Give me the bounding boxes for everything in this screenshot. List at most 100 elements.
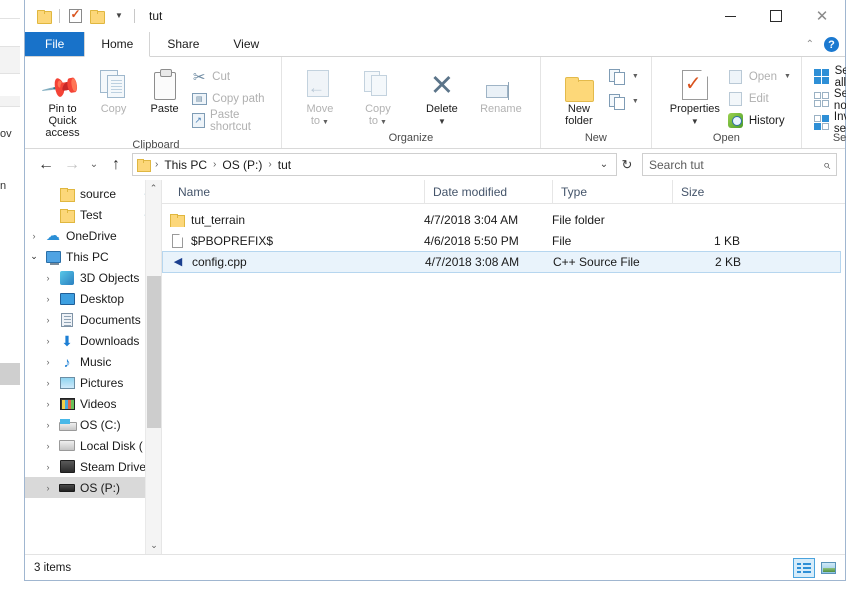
move-to-button[interactable]: ← Move to ▼	[292, 62, 348, 129]
edit-button[interactable]: Edit	[728, 89, 791, 108]
up-button[interactable]: ↑	[103, 152, 129, 178]
ribbon: 📌 Pin to Quick access Copy Paste ✂ Cut ▤…	[25, 57, 846, 151]
invert-selection-button[interactable]: Invert selection	[813, 111, 846, 135]
nav-item-pictures[interactable]: › Pictures	[25, 372, 161, 393]
chevron-right-icon[interactable]: ›	[39, 477, 57, 498]
nav-item-os-c[interactable]: › OS (C:)	[25, 414, 161, 435]
nav-item-documents[interactable]: › Documents	[25, 309, 161, 330]
qat-properties-icon[interactable]	[64, 5, 86, 27]
chevron-right-icon[interactable]: ›	[39, 393, 57, 414]
qat-folder-icon[interactable]	[33, 5, 55, 27]
nav-item-steam-drive[interactable]: › Steam Drive	[25, 456, 161, 477]
chevron-right-icon[interactable]: ›	[39, 372, 57, 393]
chevron-right-icon[interactable]: ›	[25, 225, 43, 246]
column-header-type[interactable]: Type	[552, 179, 672, 204]
refresh-button[interactable]: ↻	[617, 154, 637, 175]
nav-item-onedrive[interactable]: › ☁ OneDrive	[25, 225, 161, 246]
chevron-right-icon[interactable]: ›	[39, 309, 57, 330]
delete-button[interactable]: ✕ Delete ▼	[414, 62, 470, 128]
history-button[interactable]: History	[728, 111, 791, 130]
navigation-scrollbar[interactable]: ⌃ ⌄	[145, 180, 161, 554]
recent-locations-button[interactable]: ⌄	[85, 152, 103, 178]
properties-dropdown-caret[interactable]: ▼	[691, 116, 699, 128]
nav-item-test[interactable]: Test📌	[25, 204, 161, 225]
chevron-right-icon[interactable]: ›	[39, 288, 57, 309]
scrollbar-thumb[interactable]	[147, 276, 161, 428]
button-label: Delete	[426, 103, 458, 115]
qat-customize-dropdown-icon[interactable]: ▼	[108, 5, 130, 27]
table-row[interactable]: tut_terrain 4/7/2018 3:04 AM File folder	[162, 209, 845, 230]
nav-item-music[interactable]: › ♪ Music	[25, 351, 161, 372]
pin-icon: 📌	[40, 65, 85, 109]
rename-button[interactable]: Rename	[472, 62, 530, 115]
delete-dropdown-caret[interactable]: ▼	[438, 116, 446, 128]
button-label-line2: to ▼	[368, 115, 387, 127]
nav-item-downloads[interactable]: › ⬇ Downloads	[25, 330, 161, 351]
tab-home[interactable]: Home	[84, 32, 151, 57]
select-none-button[interactable]: Select none	[813, 88, 846, 112]
collapse-ribbon-icon[interactable]: ⌃	[806, 39, 814, 50]
close-button[interactable]: ✕	[799, 0, 845, 32]
details-view-icon[interactable]	[793, 557, 815, 578]
chevron-right-icon[interactable]: ›	[39, 435, 57, 456]
column-header-name[interactable]: Name	[170, 180, 424, 204]
nav-item-os-p[interactable]: › OS (P:)	[25, 477, 161, 498]
search-input[interactable]: Search tut	[649, 158, 823, 172]
nav-item-3d-objects[interactable]: › 3D Objects	[25, 267, 161, 288]
file-name-cell: ◀ config.cpp	[171, 255, 425, 270]
nav-item-videos[interactable]: › Videos	[25, 393, 161, 414]
table-row[interactable]: $PBOPREFIX$ 4/6/2018 5:50 PM File 1 KB	[162, 230, 845, 251]
minimize-button[interactable]	[707, 0, 753, 32]
new-folder-icon	[564, 66, 594, 102]
column-header-size[interactable]: Size	[672, 179, 744, 204]
chevron-right-icon[interactable]: ›	[39, 351, 57, 372]
nav-item-label: Music	[80, 354, 112, 369]
forward-button[interactable]: →	[59, 152, 85, 178]
button-label: Copy path	[212, 92, 265, 105]
chevron-down-icon[interactable]: ⌄	[25, 246, 43, 267]
address-input[interactable]: › This PC › OS (P:) › tut ⌄	[132, 153, 617, 176]
tab-file[interactable]: File	[25, 32, 85, 56]
cut-button[interactable]: ✂ Cut	[191, 67, 274, 86]
file-list[interactable]: tut_terrain 4/7/2018 3:04 AM File folder $P…	[162, 204, 845, 554]
maximize-button[interactable]	[753, 0, 799, 32]
address-dropdown-icon[interactable]: ⌄	[594, 154, 614, 175]
breadcrumb-tut[interactable]: tut	[275, 158, 294, 172]
help-icon[interactable]: ?	[824, 37, 839, 52]
tab-share[interactable]: Share	[150, 32, 216, 56]
search-box[interactable]: Search tut ⌕	[642, 153, 837, 176]
scroll-up-arrow[interactable]: ⌃	[146, 180, 161, 197]
paste-shortcut-button[interactable]: ↗ Paste shortcut	[191, 109, 274, 133]
tab-view[interactable]: View	[216, 32, 276, 56]
breadcrumb-this-pc[interactable]: This PC	[161, 158, 210, 172]
chevron-right-icon[interactable]: ›	[39, 267, 57, 288]
paste-button[interactable]: Paste	[140, 62, 189, 115]
properties-icon	[681, 66, 708, 100]
copy-button[interactable]: Copy	[89, 62, 138, 115]
chevron-right-icon[interactable]: ›	[39, 414, 57, 435]
qat-new-folder-icon[interactable]	[86, 5, 108, 27]
chevron-right-icon[interactable]: ›	[39, 330, 57, 351]
scroll-down-arrow[interactable]: ⌄	[146, 537, 161, 554]
copy-path-button[interactable]: ▤ Copy path	[191, 89, 274, 108]
nav-item-desktop[interactable]: › Desktop	[25, 288, 161, 309]
chevron-right-icon[interactable]: ›	[39, 456, 57, 477]
ribbon-group-organize: ← Move to ▼ Copy to ▼ ✕ Delete ▼ Rename …	[280, 57, 540, 148]
pin-to-quick-access-button[interactable]: 📌 Pin to Quick access	[38, 62, 87, 139]
new-folder-button[interactable]: New folder	[551, 62, 607, 127]
nav-item-source[interactable]: source📌	[25, 183, 161, 204]
back-button[interactable]: ←	[33, 152, 59, 178]
breadcrumb-os-p[interactable]: OS (P:)	[219, 158, 265, 172]
easy-access-button[interactable]: ▼	[608, 92, 639, 111]
column-header-date-modified[interactable]: Date modified	[424, 179, 552, 204]
nav-item-local-disk[interactable]: › Local Disk (	[25, 435, 161, 456]
large-icons-view-icon[interactable]	[817, 558, 839, 578]
table-row[interactable]: ◀ config.cpp 4/7/2018 3:08 AM C++ Source Fi…	[162, 251, 841, 273]
select-all-button[interactable]: Select all	[814, 65, 846, 89]
easy-access-icon	[608, 93, 625, 110]
properties-button[interactable]: Properties ▼	[664, 62, 726, 128]
open-button[interactable]: Open ▼	[728, 67, 791, 86]
copy-to-button[interactable]: Copy to ▼	[350, 62, 406, 129]
nav-item-this-pc[interactable]: ⌄ This PC	[25, 246, 161, 267]
new-item-button[interactable]: ▼	[608, 67, 639, 86]
